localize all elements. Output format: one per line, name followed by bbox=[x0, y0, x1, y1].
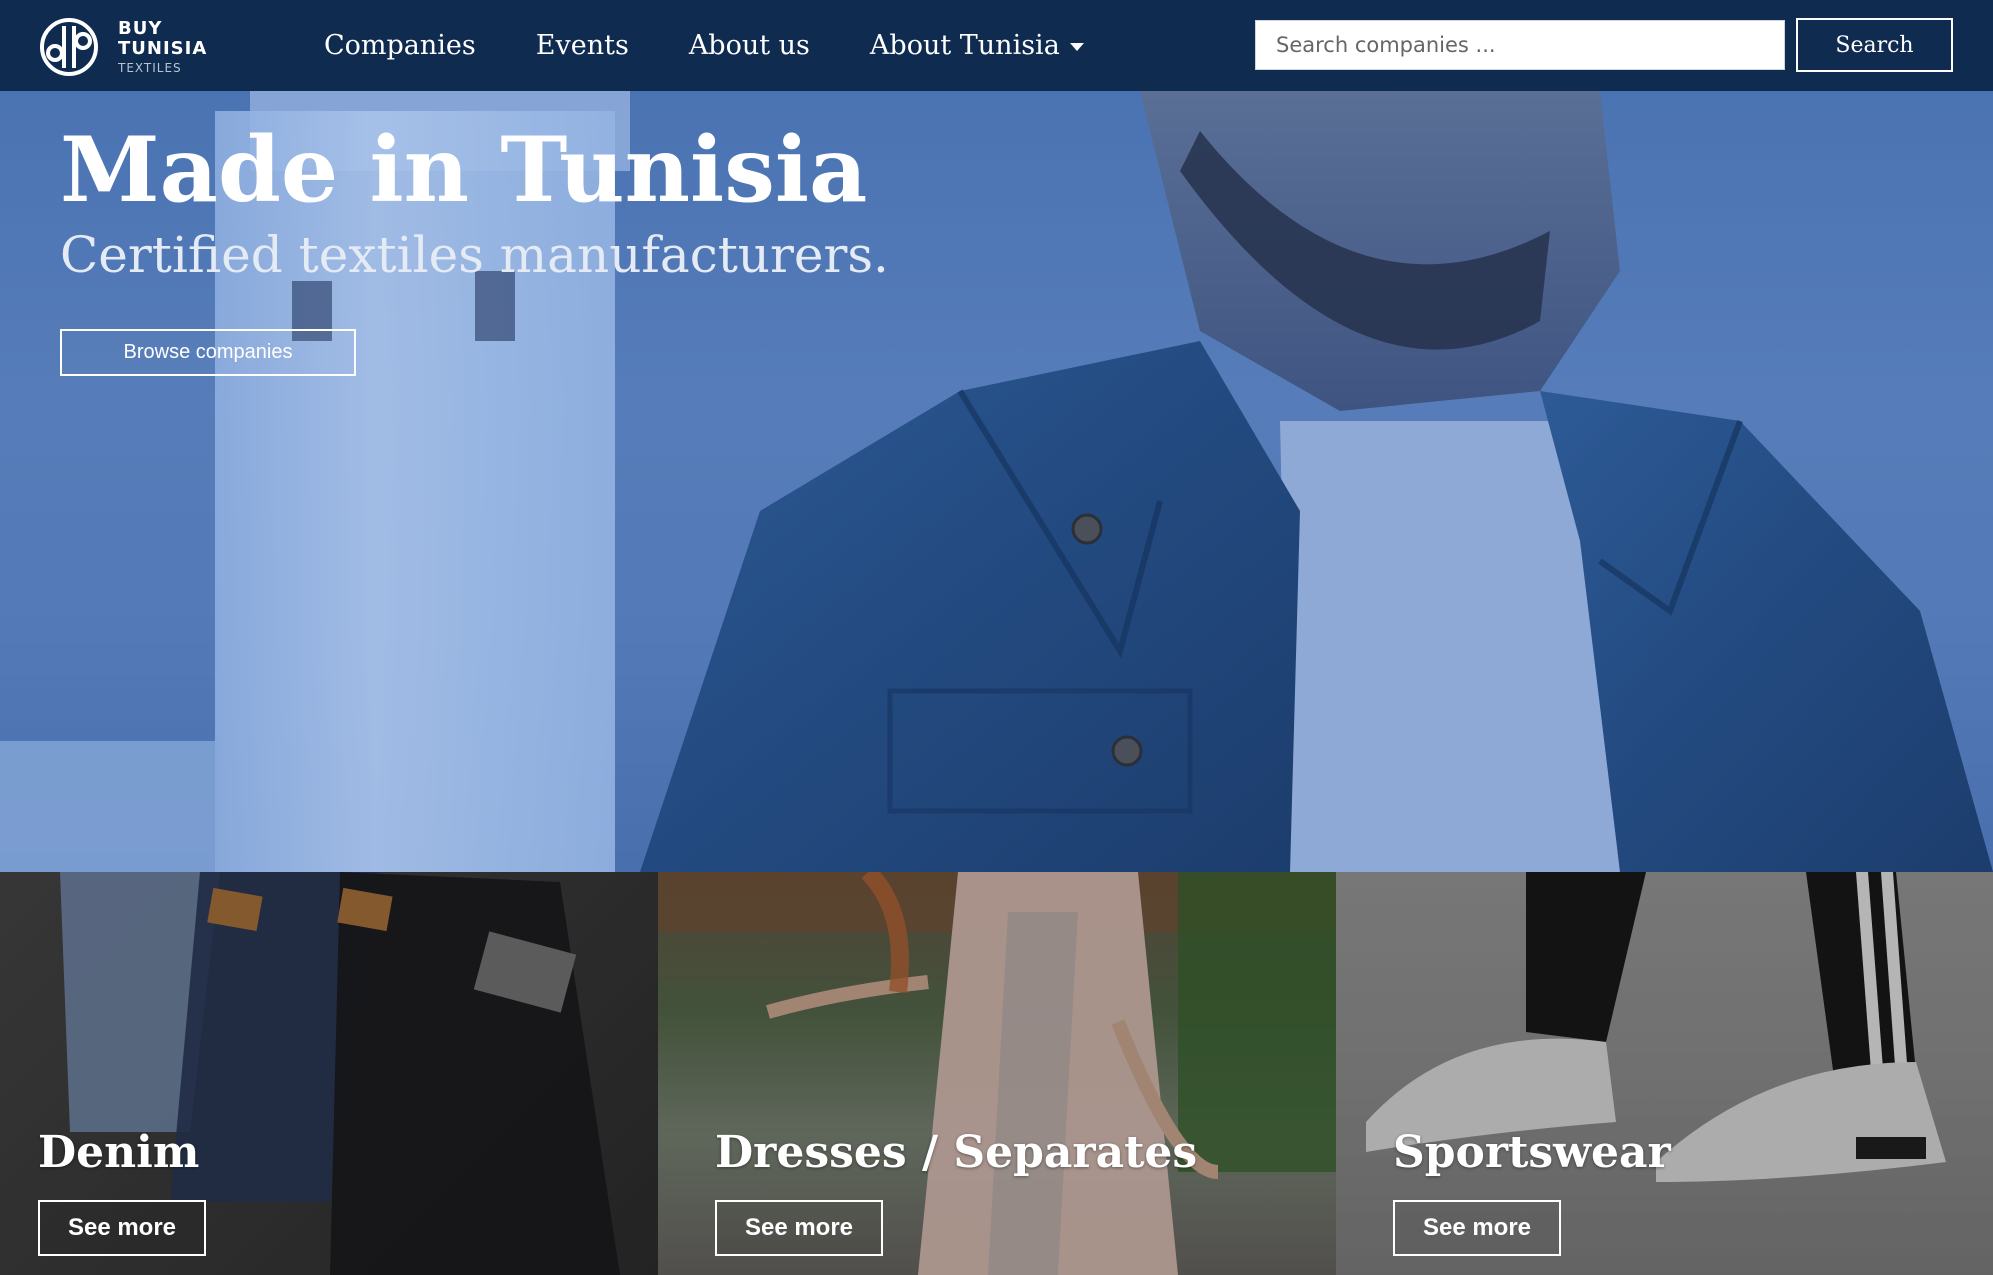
brand-logo-icon bbox=[40, 18, 98, 76]
hero-subtitle: Certified textiles manufacturers. bbox=[60, 226, 889, 284]
see-more-button-dresses[interactable]: See more bbox=[715, 1200, 883, 1256]
nav-link-events[interactable]: Events bbox=[536, 30, 629, 61]
see-more-button-denim[interactable]: See more bbox=[38, 1200, 206, 1256]
category-title: Denim bbox=[38, 1127, 200, 1178]
category-card-sportswear[interactable]: Sportswear See more bbox=[1336, 872, 1993, 1275]
chevron-down-icon bbox=[1069, 42, 1084, 51]
category-title: Sportswear bbox=[1393, 1127, 1671, 1178]
brand-line-3: TEXTILES bbox=[118, 61, 182, 75]
navbar: BUY TUNISIA TEXTILES Companies Events Ab… bbox=[0, 0, 1993, 91]
search-button[interactable]: Search bbox=[1796, 18, 1953, 72]
nav-link-about-tunisia-label: About Tunisia bbox=[869, 30, 1060, 61]
nav-link-companies[interactable]: Companies bbox=[324, 30, 476, 61]
browse-companies-button[interactable]: Browse companies bbox=[60, 329, 356, 376]
hero-content: Made in Tunisia Certified textiles manuf… bbox=[60, 117, 889, 285]
nav-link-about-us[interactable]: About us bbox=[689, 30, 810, 61]
category-title: Dresses / Separates bbox=[715, 1127, 1198, 1178]
category-grid: Denim See more Dresses / Separates See m… bbox=[0, 872, 1993, 1275]
nav-links: Companies Events About us About Tunisia bbox=[324, 0, 1144, 91]
category-card-dresses[interactable]: Dresses / Separates See more bbox=[658, 872, 1336, 1275]
hero-bg-building bbox=[0, 741, 220, 872]
hero-title: Made in Tunisia bbox=[60, 117, 868, 223]
see-more-button-sportswear[interactable]: See more bbox=[1393, 1200, 1561, 1256]
category-card-denim[interactable]: Denim See more bbox=[0, 872, 658, 1275]
nav-link-about-tunisia[interactable]: About Tunisia bbox=[870, 30, 1084, 61]
hero-banner: Made in Tunisia Certified textiles manuf… bbox=[0, 91, 1993, 872]
brand-logo-link[interactable]: BUY TUNISIA TEXTILES bbox=[40, 18, 207, 76]
search-input[interactable] bbox=[1255, 20, 1785, 70]
brand-line-2: TUNISIA bbox=[118, 38, 208, 59]
brand-line-1: BUY bbox=[118, 18, 163, 39]
brand-text: BUY TUNISIA TEXTILES bbox=[118, 18, 208, 75]
